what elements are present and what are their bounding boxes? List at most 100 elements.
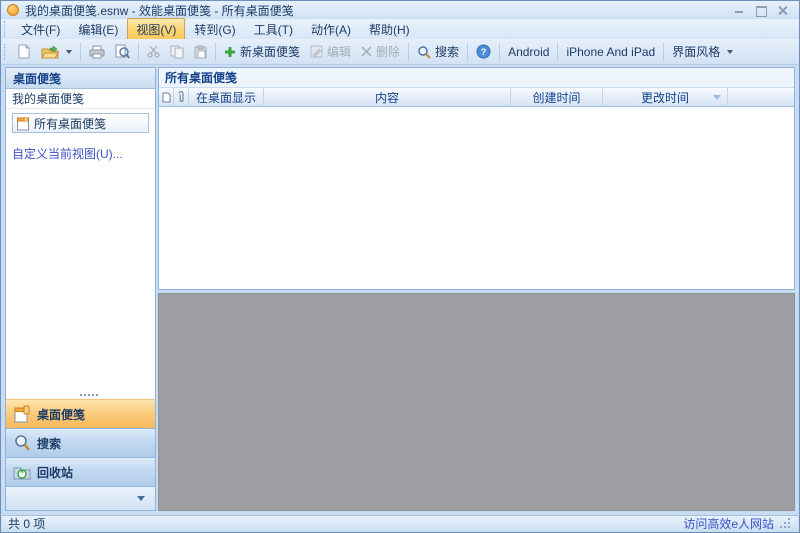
nav-button-search-label: 搜索 xyxy=(37,435,61,452)
column-header-doc[interactable] xyxy=(159,88,174,106)
delete-note-button[interactable]: 删除 xyxy=(356,41,405,63)
nav-splitter-handle[interactable] xyxy=(6,391,155,399)
print-button[interactable] xyxy=(84,41,110,63)
menu-item-goto[interactable]: 转到(G) xyxy=(185,18,244,41)
nav-button-recycle-label: 回收站 xyxy=(37,464,73,481)
close-button[interactable] xyxy=(777,5,789,15)
add-note-label: 新桌面便笺 xyxy=(240,43,300,60)
paste-button[interactable] xyxy=(189,41,212,63)
menu-item-edit[interactable]: 编辑(E) xyxy=(69,18,127,41)
status-right-section: 访问高效e人网站 xyxy=(683,515,792,532)
nav-button-notes[interactable]: 桌面便笺 xyxy=(6,399,155,428)
help-icon: ? xyxy=(476,44,491,59)
edit-note-label: 编辑 xyxy=(327,43,351,60)
column-header-show-on-desktop[interactable]: 在桌面显示 xyxy=(189,88,264,106)
minimize-button[interactable] xyxy=(733,5,745,15)
menu-item-actions[interactable]: 动作(A) xyxy=(302,18,360,41)
status-count: 共 0 项 xyxy=(8,515,45,532)
note-icon xyxy=(16,116,30,131)
ui-style-label: 界面风格 xyxy=(672,43,720,60)
toolbar-separator xyxy=(138,43,139,61)
menu-item-tools[interactable]: 工具(T) xyxy=(245,18,302,41)
toolbar-separator xyxy=(467,43,468,61)
nav-button-notes-label: 桌面便笺 xyxy=(37,406,85,423)
nav-button-search[interactable]: 搜索 xyxy=(6,428,155,457)
menu-item-file[interactable]: 文件(F) xyxy=(12,18,69,41)
content-caption: 所有桌面便笺 xyxy=(159,68,794,88)
column-header-attachment[interactable] xyxy=(174,88,189,106)
table-header-row: 在桌面显示 内容 创建时间 更改时间 xyxy=(159,88,794,107)
search-icon xyxy=(417,45,431,59)
toolbar-separator xyxy=(557,43,558,61)
print-preview-icon xyxy=(115,44,130,59)
cut-button[interactable] xyxy=(142,41,165,63)
open-button[interactable] xyxy=(36,41,77,63)
sidebar-group-my-notes[interactable]: 我的桌面便笺 xyxy=(6,89,155,109)
resize-grip[interactable] xyxy=(788,526,790,528)
window-title: 我的桌面便笺.esnw - 效能桌面便笺 - 所有桌面便笺 xyxy=(25,2,294,19)
print-icon xyxy=(89,45,105,59)
android-button[interactable]: Android xyxy=(503,41,554,63)
sidebar-header: 桌面便笺 xyxy=(6,68,155,89)
menu-item-help[interactable]: 帮助(H) xyxy=(360,18,419,41)
title-bar: 我的桌面便笺.esnw - 效能桌面便笺 - 所有桌面便笺 xyxy=(1,1,799,19)
column-header-content[interactable]: 内容 xyxy=(264,88,511,106)
print-preview-button[interactable] xyxy=(110,41,135,63)
delete-x-icon xyxy=(361,46,372,57)
website-link[interactable]: 访问高效e人网站 xyxy=(683,515,774,532)
sort-caret-icon xyxy=(713,95,721,100)
iphone-ipad-button[interactable]: iPhone And iPad xyxy=(561,41,660,63)
attachment-paperclip-icon xyxy=(177,91,185,103)
menu-bar: 文件(F) 编辑(E) 视图(V) 转到(G) 工具(T) 动作(A) 帮助(H… xyxy=(1,19,799,39)
menu-item-view[interactable]: 视图(V) xyxy=(127,18,185,41)
main-panel: 所有桌面便笺 在桌面显示 内容 创建时间 xyxy=(158,67,795,511)
add-note-button[interactable]: 新桌面便笺 xyxy=(219,41,305,63)
toolbar-separator xyxy=(80,43,81,61)
table-header-filler xyxy=(728,88,794,106)
sidebar-item-all-notes-label: 所有桌面便笺 xyxy=(34,115,106,132)
column-header-created-time[interactable]: 创建时间 xyxy=(511,88,603,106)
help-button[interactable]: ? xyxy=(471,41,496,63)
doc-column-icon xyxy=(162,92,171,103)
window-controls xyxy=(733,5,799,15)
add-icon xyxy=(224,46,236,58)
edit-note-button[interactable]: 编辑 xyxy=(305,41,356,63)
toolbar-grip[interactable] xyxy=(4,44,9,60)
new-file-icon xyxy=(17,44,31,59)
notes-list-area[interactable] xyxy=(159,107,794,289)
open-dropdown-caret-icon xyxy=(66,50,72,54)
nav-button-recycle[interactable]: 回收站 xyxy=(6,457,155,486)
notes-nav-icon xyxy=(13,405,31,423)
sidebar-item-all-notes[interactable]: 所有桌面便笺 xyxy=(12,113,149,133)
search-label: 搜索 xyxy=(435,43,459,60)
toolbar-separator xyxy=(499,43,500,61)
svg-text:?: ? xyxy=(481,47,487,57)
menubar-grip[interactable] xyxy=(4,21,9,37)
toolbar: 新桌面便笺 编辑 删除 搜索 xyxy=(1,39,799,65)
nav-options-caret-icon[interactable] xyxy=(137,496,145,501)
copy-button[interactable] xyxy=(165,41,189,63)
nav-options-strip xyxy=(6,486,155,510)
note-preview-pane xyxy=(158,293,795,511)
notes-list-panel: 所有桌面便笺 在桌面显示 内容 创建时间 xyxy=(158,67,795,290)
delete-note-label: 删除 xyxy=(376,43,400,60)
cut-icon xyxy=(147,45,160,58)
new-file-button[interactable] xyxy=(12,41,36,63)
status-bar: 共 0 项 访问高效e人网站 xyxy=(2,515,798,531)
content-area: 桌面便笺 我的桌面便笺 所有桌面便笺 自定义当前视图(U)... xyxy=(5,67,795,511)
recycle-bin-icon xyxy=(13,463,31,481)
paste-icon xyxy=(194,45,207,59)
ui-style-caret-icon xyxy=(727,50,733,54)
customize-view-link[interactable]: 自定义当前视图(U)... xyxy=(12,145,155,162)
toolbar-separator xyxy=(408,43,409,61)
column-header-modified-time-label: 更改时间 xyxy=(641,89,689,106)
edit-pencil-icon xyxy=(310,45,323,58)
search-button[interactable]: 搜索 xyxy=(412,41,464,63)
column-header-modified-time[interactable]: 更改时间 xyxy=(603,88,728,106)
ui-style-button[interactable]: 界面风格 xyxy=(667,41,738,63)
app-icon xyxy=(7,4,19,16)
toolbar-separator xyxy=(663,43,664,61)
search-nav-icon xyxy=(13,434,31,452)
sidebar: 桌面便笺 我的桌面便笺 所有桌面便笺 自定义当前视图(U)... xyxy=(5,67,156,511)
maximize-button[interactable] xyxy=(755,5,767,15)
